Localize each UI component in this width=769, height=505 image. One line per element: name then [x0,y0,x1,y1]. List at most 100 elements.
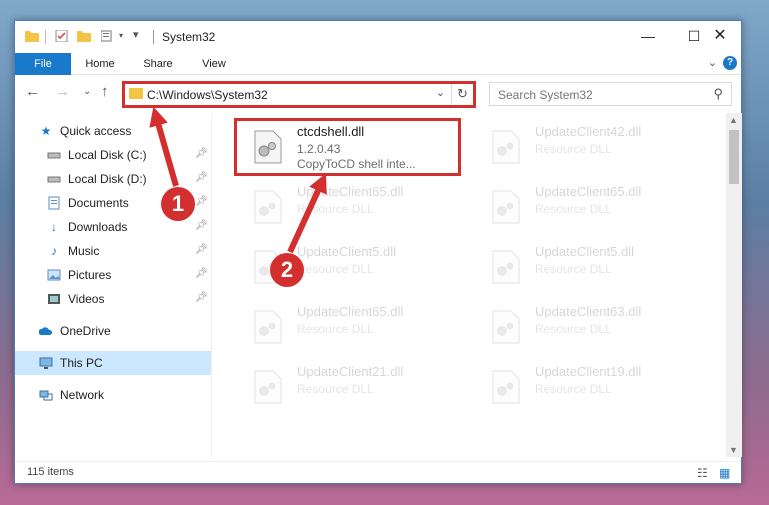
file-type: Resource DLL [297,262,374,276]
file-name: UpdateClient5.dll [297,244,397,259]
scroll-down-icon[interactable]: ▼ [729,445,738,455]
recent-locations-icon[interactable]: ⌄ [83,86,91,97]
vertical-scrollbar[interactable]: ▲ ▼ [726,113,742,457]
qa-overflow-icon[interactable]: ▾ [133,28,139,41]
file-type: Resource DLL [297,382,374,396]
sidebar-item-onedrive[interactable]: OneDrive [15,319,211,343]
star-icon: ★ [40,124,52,138]
help-icon[interactable]: ? [723,56,737,70]
file-tile[interactable]: UpdateClient65.dll Resource DLL [235,299,470,357]
sidebar-item-label: This PC [60,356,103,370]
sidebar-item-label: Quick access [60,124,132,138]
drive-icon [47,152,61,159]
dll-file-icon [254,190,282,224]
forward-arrow-icon[interactable]: → [55,83,70,100]
sidebar-item-label: Network [60,388,105,402]
file-tile[interactable]: UpdateClient63.dll Resource DLL [473,299,708,357]
file-tile[interactable]: UpdateClient42.dll Resource DLL [473,119,708,177]
file-type: Resource DLL [535,202,612,216]
dll-file-icon [492,130,520,164]
pictures-icon [47,269,61,281]
pin-icon: 📌︎ [195,196,208,207]
dll-file-icon [254,310,282,344]
file-name: UpdateClient5.dll [535,244,635,259]
step-2-badge: 2 [270,253,304,287]
file-type: Resource DLL [535,262,612,276]
file-name: UpdateClient65.dll [535,184,642,199]
dll-file-icon [492,310,520,344]
file-tile[interactable]: UpdateClient65.dll Resource DLL [473,179,708,237]
properties-icon[interactable] [55,30,69,42]
qa-divider [45,30,46,44]
sidebar-item-pictures[interactable]: Pictures 📌︎ [15,263,211,287]
pane-divider [211,113,212,457]
window-title: System32 [162,30,216,44]
onedrive-icon [39,327,53,335]
file-name: UpdateClient65.dll [297,304,404,319]
sidebar-item-label: Documents [68,196,129,210]
sidebar-item-label: Pictures [68,268,112,282]
documents-icon [48,196,60,210]
sidebar-item-quick-access[interactable]: ★ Quick access [15,119,211,143]
tab-file[interactable]: File [15,53,71,75]
sidebar-item-local-disk-c[interactable]: Local Disk (C:) 📌︎ [15,143,211,167]
search-icon[interactable]: ⚲ [713,86,723,102]
tiles-view-icon[interactable]: ▦ [719,466,730,480]
sidebar-item-network[interactable]: Network [15,383,211,407]
pin-icon: 📌︎ [195,244,208,255]
videos-icon [48,294,60,304]
file-name: UpdateClient63.dll [535,304,642,319]
sidebar-item-music[interactable]: ♪ Music 📌︎ [15,239,211,263]
sidebar-item-label: Downloads [68,220,128,234]
network-icon [39,390,53,401]
step-1-badge: 1 [161,187,195,221]
back-arrow-icon[interactable]: ← [25,83,40,100]
sidebar-item-label: Local Disk (C:) [68,148,147,162]
file-tile[interactable]: UpdateClient19.dll Resource DLL [473,359,708,417]
pin-icon: 📌︎ [195,292,208,303]
music-icon: ♪ [51,244,57,258]
up-arrow-icon[interactable]: ↑ [101,83,109,100]
title-divider [153,30,154,44]
tab-share[interactable]: Share [133,53,183,75]
minimize-button[interactable]: — [625,21,671,51]
file-tile[interactable]: UpdateClient65.dll Resource DLL [235,179,470,237]
scroll-thumb[interactable] [729,130,739,184]
pin-icon: 📌︎ [195,148,208,159]
search-input[interactable]: Search System32 ⚲ [489,82,732,106]
dll-file-icon [254,370,282,404]
item-count: 115 items [27,466,74,478]
file-highlight-box [234,118,461,176]
pin-icon: 📌︎ [195,172,208,183]
navigation-pane: ★ Quick access Local Disk (C:) 📌︎ Local … [15,113,211,457]
tab-home[interactable]: Home [75,53,125,75]
ribbon-expand-icon[interactable]: ⌄ [708,56,717,69]
file-type: Resource DLL [535,142,612,156]
search-placeholder: Search System32 [498,88,593,102]
dll-file-icon [492,190,520,224]
sidebar-item-label: OneDrive [60,324,111,338]
sidebar-item-videos[interactable]: Videos 📌︎ [15,287,211,311]
file-name: UpdateClient19.dll [535,364,642,379]
scroll-up-icon[interactable]: ▲ [729,115,738,125]
dll-file-icon [492,250,520,284]
qa-dropdown-icon[interactable]: ▾ [119,31,123,40]
file-tile[interactable]: UpdateClient21.dll Resource DLL [235,359,470,417]
file-tile[interactable]: UpdateClient5.dll Resource DLL [473,239,708,297]
drive-icon [47,176,61,183]
sidebar-item-label: Music [68,244,100,258]
sidebar-item-this-pc[interactable]: This PC [15,351,211,375]
folder-icon [25,31,39,42]
close-button[interactable]: ✕ [697,21,743,51]
pin-icon: 📌︎ [195,268,208,279]
file-name: UpdateClient21.dll [297,364,404,379]
new-folder-icon[interactable] [77,30,91,42]
file-type: Resource DLL [297,202,374,216]
explorer-window: ▾ ▾ System32 — ☐ ✕ File Home Share View … [14,20,742,484]
details-view-icon[interactable]: ☷ [697,466,708,480]
address-highlight-box [122,81,476,108]
status-bar: 115 items ☷ ▦ [15,461,741,483]
dll-file-icon [492,370,520,404]
tab-view[interactable]: View [189,53,239,75]
customize-toolbar-icon[interactable] [101,30,115,42]
